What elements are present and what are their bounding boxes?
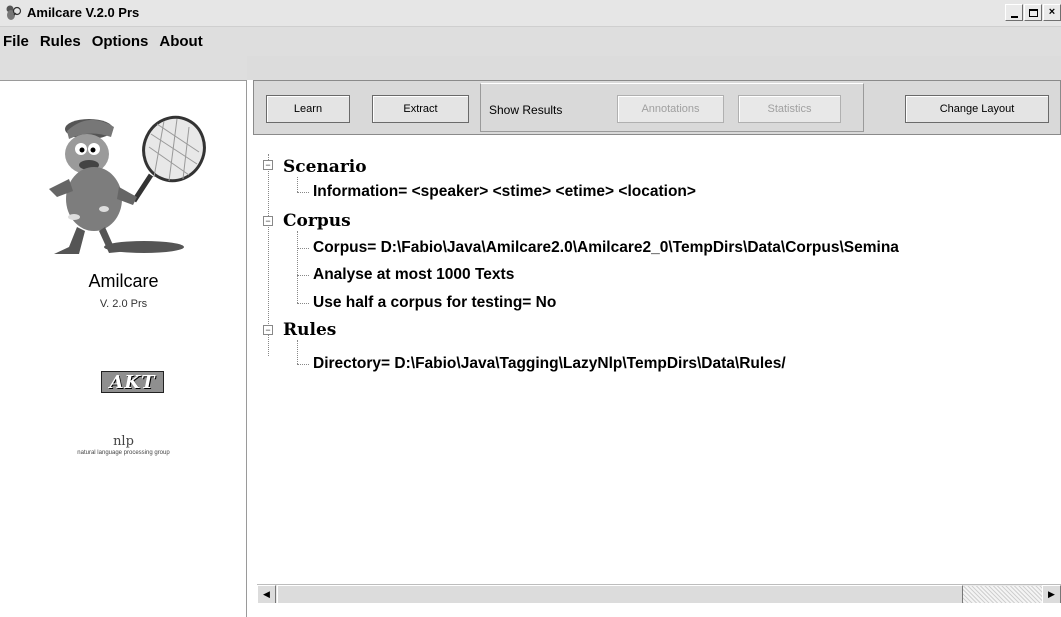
- nlp-logo-subtitle: natural language processing group: [77, 450, 170, 456]
- tree-branch-line: [297, 340, 298, 364]
- menu-about[interactable]: About: [159, 33, 202, 50]
- tree-branch-line: [297, 177, 298, 192]
- maximize-icon: [1028, 8, 1038, 17]
- maximize-button[interactable]: [1024, 4, 1042, 21]
- tree-branch-line: [297, 275, 309, 276]
- branding-panel: Amilcare V. 2.0 Prs AKT nlp natural lang…: [0, 80, 247, 617]
- tree-branch-line: [297, 248, 309, 249]
- horizontal-scrollbar[interactable]: ◀ ▶: [257, 584, 1061, 604]
- annotations-button[interactable]: Annotations: [617, 95, 724, 123]
- arrow-right-icon: ▶: [1048, 589, 1055, 599]
- tree-node-rules[interactable]: Rules: [283, 320, 336, 340]
- change-layout-button[interactable]: Change Layout: [905, 95, 1049, 123]
- menu-file[interactable]: File: [3, 33, 29, 50]
- bottom-strip: [247, 603, 1061, 617]
- tree-leaf-corpus-path[interactable]: Corpus= D:\Fabio\Java\Amilcare2.0\Amilca…: [313, 239, 899, 257]
- scrollbar-track[interactable]: [963, 586, 1042, 603]
- arrow-left-icon: ◀: [263, 589, 270, 599]
- statistics-button[interactable]: Statistics: [738, 95, 841, 123]
- learn-button[interactable]: Learn: [266, 95, 350, 123]
- menu-bar: File Rules Options About: [0, 27, 1061, 56]
- close-icon: ×: [1048, 6, 1056, 18]
- menu-rules[interactable]: Rules: [40, 33, 81, 50]
- tree-leaf-half-corpus[interactable]: Use half a corpus for testing= No: [313, 294, 556, 312]
- minimize-icon: [1010, 15, 1018, 18]
- menu-options[interactable]: Options: [92, 33, 149, 50]
- collapse-rules-icon[interactable]: −: [263, 325, 273, 335]
- tree-branch-line: [297, 231, 298, 303]
- app-mascot-icon: [6, 5, 22, 20]
- mascot-logo-icon: [49, 115, 206, 254]
- minimize-button[interactable]: [1005, 4, 1023, 21]
- title-bar: Amilcare V.2.0 Prs ×: [0, 0, 1061, 27]
- tree-branch-line: [297, 192, 309, 193]
- akt-logo: AKT: [101, 371, 164, 393]
- tree-branch-line: [297, 303, 309, 304]
- settings-tree: − Scenario Information= <speaker> <stime…: [253, 135, 1061, 585]
- window-title: Amilcare V.2.0 Prs: [27, 5, 140, 20]
- toolbar: Learn Extract Show Results Annotations S…: [253, 80, 1061, 135]
- nlp-logo-main: nlp: [113, 434, 134, 449]
- scrollbar-thumb[interactable]: [277, 585, 963, 604]
- tree-branch-line: [297, 364, 309, 365]
- tree-node-corpus[interactable]: Corpus: [283, 211, 351, 231]
- window-controls: ×: [1005, 4, 1061, 21]
- collapse-corpus-icon[interactable]: −: [263, 216, 273, 226]
- app-version-label: V. 2.0 Prs: [99, 298, 148, 310]
- scroll-left-button[interactable]: ◀: [257, 585, 276, 604]
- tree-node-scenario[interactable]: Scenario: [283, 157, 367, 177]
- sidebar-top-gap: [0, 56, 247, 80]
- show-results-label: Show Results: [489, 103, 563, 117]
- extract-button[interactable]: Extract: [372, 95, 469, 123]
- scroll-right-button[interactable]: ▶: [1042, 585, 1061, 604]
- toolbar-top-gap: [247, 56, 1061, 80]
- app-name-label: Amilcare: [88, 271, 159, 291]
- close-button[interactable]: ×: [1043, 4, 1061, 21]
- tree-leaf-information[interactable]: Information= <speaker> <stime> <etime> <…: [313, 183, 696, 201]
- nlp-group-logo: nlp natural language processing group: [0, 434, 247, 456]
- tree-leaf-analyse[interactable]: Analyse at most 1000 Texts: [313, 266, 514, 284]
- collapse-scenario-icon[interactable]: −: [263, 160, 273, 170]
- tree-leaf-rules-directory[interactable]: Directory= D:\Fabio\Java\Tagging\LazyNlp…: [313, 355, 786, 373]
